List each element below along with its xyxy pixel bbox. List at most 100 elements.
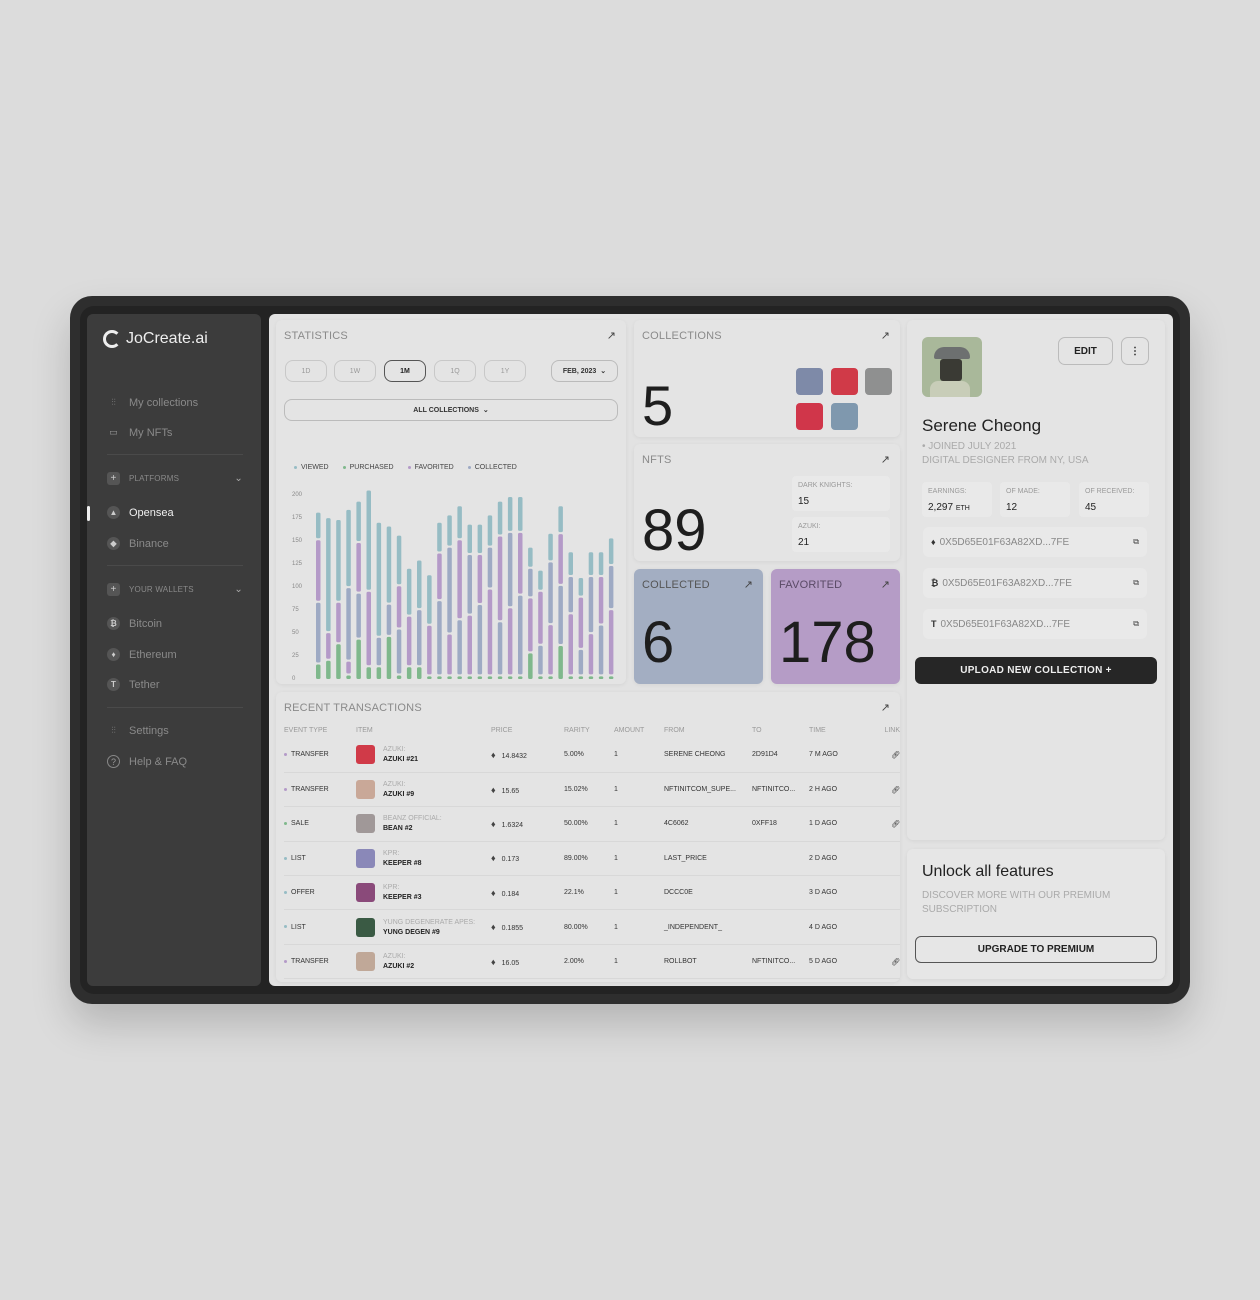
wallet-address-tether[interactable]: T 0X5D65E01F63A82XD...7FE ⧉	[923, 609, 1147, 639]
bar-segment[interactable]	[578, 577, 584, 596]
to-cell[interactable]: NFTINITCO...	[752, 772, 809, 808]
expand-arrow-icon[interactable]: ↗	[881, 329, 890, 342]
wallets-section-toggle[interactable]: + YOUR WALLETS ⌄	[107, 583, 243, 596]
copy-icon[interactable]: ⧉	[1133, 578, 1139, 588]
bar-segment[interactable]	[437, 522, 442, 552]
sidebar-item-my-collections[interactable]: ⫶⫶ My collections	[107, 396, 198, 409]
bar-segment[interactable]	[457, 506, 462, 539]
bar-segment[interactable]	[608, 566, 614, 609]
bar-segment[interactable]	[356, 501, 361, 541]
edit-profile-button[interactable]: EDIT	[1058, 337, 1113, 365]
bar-segment[interactable]	[497, 622, 503, 675]
collection-thumb[interactable]	[831, 403, 858, 430]
table-row[interactable]: OFFER KPR: KEEPER #3 ♦ 0.184 22.1% 1 DCCC0E 3 D …	[284, 875, 900, 911]
bar-segment[interactable]	[326, 660, 331, 679]
nft-thumbnail[interactable]	[356, 780, 375, 800]
to-cell[interactable]	[752, 909, 809, 945]
bar-segment[interactable]	[386, 526, 392, 603]
bar-segment[interactable]	[316, 602, 321, 663]
bar-segment[interactable]	[396, 535, 402, 585]
bar-segment[interactable]	[518, 595, 523, 675]
sidebar-item-my-nfts[interactable]: ▭ My NFTs	[107, 426, 172, 439]
upload-collection-button[interactable]: UPLOAD NEW COLLECTION +	[915, 657, 1157, 684]
bar-segment[interactable]	[487, 676, 493, 679]
bar-segment[interactable]	[437, 676, 442, 679]
bar-segment[interactable]	[518, 497, 523, 531]
table-row[interactable]: LIST YUNG DEGENERATE APES: YUNG DEGEN #9 ♦ 0…	[284, 909, 900, 945]
to-cell[interactable]	[752, 875, 809, 911]
bar-segment[interactable]	[497, 536, 503, 621]
item-name[interactable]: AZUKI #2	[383, 963, 414, 970]
bar-segment[interactable]	[477, 676, 483, 679]
bar-segment[interactable]	[467, 615, 473, 675]
bar-segment[interactable]	[417, 560, 422, 609]
bar-segment[interactable]	[396, 586, 402, 628]
bar-segment[interactable]	[598, 577, 604, 624]
nft-thumbnail[interactable]	[356, 848, 375, 868]
bar-segment[interactable]	[316, 664, 321, 679]
bar-segment[interactable]	[336, 644, 341, 679]
bar-segment[interactable]	[467, 524, 473, 553]
bar-segment[interactable]	[568, 614, 574, 675]
to-cell[interactable]	[752, 841, 809, 877]
table-row[interactable]: SALE BEANZ OFFICIAL: BEAN #2 ♦ 1.6324 50.00% 1…	[284, 806, 900, 842]
bar-segment[interactable]	[487, 515, 493, 546]
bar-segment[interactable]	[538, 645, 543, 675]
bar-segment[interactable]	[518, 676, 523, 679]
column-header[interactable]: TIME	[809, 722, 869, 738]
bar-segment[interactable]	[558, 646, 563, 679]
collection-thumb[interactable]	[831, 368, 858, 395]
bar-segment[interactable]	[457, 540, 462, 619]
bar-segment[interactable]	[316, 540, 321, 601]
link-icon[interactable]: 🔗︎	[891, 821, 900, 828]
bar-segment[interactable]	[548, 562, 553, 624]
upgrade-premium-button[interactable]: UPGRADE TO PREMIUM	[915, 936, 1157, 963]
column-header[interactable]: AMOUNT	[614, 722, 664, 738]
bar-segment[interactable]	[477, 554, 483, 604]
copy-icon[interactable]: ⧉	[1133, 537, 1139, 547]
bar-segment[interactable]	[538, 570, 543, 590]
from-cell[interactable]: DCCC0E	[664, 875, 752, 911]
bar-segment[interactable]	[558, 585, 563, 645]
item-name[interactable]: KEEPER #8	[383, 860, 422, 867]
bar-segment[interactable]	[326, 633, 331, 659]
bar-segment[interactable]	[336, 602, 341, 643]
bar-segment[interactable]	[417, 667, 422, 679]
bar-segment[interactable]	[447, 634, 452, 675]
bar-segment[interactable]	[507, 608, 513, 675]
bar-segment[interactable]	[427, 676, 432, 679]
bar-segment[interactable]	[366, 667, 372, 679]
expand-arrow-icon[interactable]: ↗	[881, 701, 890, 714]
column-header[interactable]: EVENT TYPE	[284, 722, 356, 738]
bar-segment[interactable]	[528, 653, 533, 679]
collection-thumb[interactable]	[796, 368, 823, 395]
bar-segment[interactable]	[437, 553, 442, 600]
nft-thumbnail[interactable]	[356, 917, 375, 937]
bar-segment[interactable]	[467, 676, 473, 679]
bar-segment[interactable]	[366, 490, 372, 590]
table-row[interactable]: TRANSFER AZUKI: AZUKI #9 ♦ 15.65 15.02% 1 NFTIN…	[284, 772, 900, 808]
to-cell[interactable]: NFTINITCO...	[752, 944, 809, 980]
logo[interactable]: JoCreate.ai	[103, 330, 208, 348]
bar-segment[interactable]	[356, 593, 361, 638]
bar-segment[interactable]	[588, 577, 594, 633]
bar-segment[interactable]	[608, 538, 614, 564]
bar-segment[interactable]	[558, 534, 563, 584]
nft-thumbnail[interactable]	[356, 745, 375, 765]
bar-segment[interactable]	[568, 577, 574, 613]
bar-segment[interactable]	[356, 639, 361, 679]
expand-arrow-icon[interactable]: ↗	[881, 578, 890, 591]
column-header[interactable]: ITEM	[356, 722, 491, 738]
sidebar-item-ethereum[interactable]: ♦ Ethereum	[107, 648, 177, 661]
column-header[interactable]: PRICE	[491, 722, 564, 738]
column-header[interactable]: FROM	[664, 722, 752, 738]
bar-segment[interactable]	[457, 676, 462, 679]
table-row[interactable]: TRANSFER AZUKI: AZUKI #21 ♦ 14.8432 5.00% 1 SER…	[284, 738, 900, 773]
bar-segment[interactable]	[437, 601, 442, 675]
bar-segment[interactable]	[548, 533, 553, 561]
bar-segment[interactable]	[598, 625, 604, 675]
bar-segment[interactable]	[568, 552, 574, 576]
bar-segment[interactable]	[376, 667, 382, 679]
bar-segment[interactable]	[507, 532, 513, 607]
bar-segment[interactable]	[356, 543, 361, 592]
